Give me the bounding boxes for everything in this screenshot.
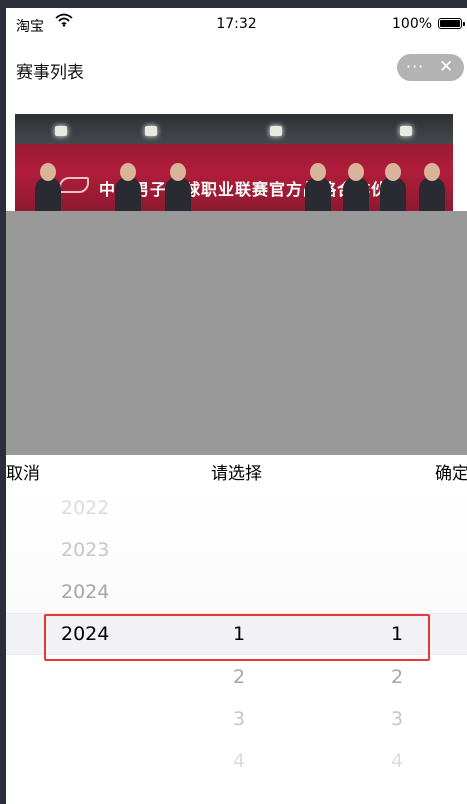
modal-mask[interactable]: [6, 211, 467, 455]
picker-wheels[interactable]: 2022 2023 2024 2024 1 2 3 4 1 2 3 4: [6, 481, 467, 804]
person-figure: [35, 163, 61, 211]
day-option-selected[interactable]: 1: [391, 623, 403, 645]
month-option[interactable]: 3: [233, 708, 245, 730]
person-figure: [343, 163, 369, 211]
day-option[interactable]: 3: [391, 708, 403, 730]
picker-header: 取消 请选择 确定: [6, 455, 467, 484]
ceiling-lamp: [55, 126, 67, 136]
banner-ceiling: [15, 114, 453, 144]
month-wheel[interactable]: 1 2 3 4: [233, 481, 263, 804]
battery-percent: 100%: [392, 16, 433, 32]
battery-icon: [438, 18, 465, 29]
nav-bar: 赛事列表 ··· ✕: [6, 42, 467, 94]
year-option[interactable]: 2023: [61, 539, 109, 561]
page-title: 赛事列表: [16, 63, 84, 83]
year-option[interactable]: 2022: [61, 497, 109, 519]
person-figure: [165, 163, 191, 211]
person-figure: [380, 163, 406, 211]
day-option[interactable]: 2: [391, 666, 403, 688]
ceiling-lamp: [145, 126, 157, 136]
more-icon[interactable]: ···: [406, 57, 424, 76]
ceiling-lamp: [400, 126, 412, 136]
mini-program-capsule: ··· ✕: [397, 54, 464, 81]
month-option-selected[interactable]: 1: [233, 623, 245, 645]
year-option-selected[interactable]: 2024: [61, 623, 109, 645]
banner-image[interactable]: 中国男子篮球职业联赛官方战略合作伙伴: [15, 114, 453, 211]
person-figure: [305, 163, 331, 211]
month-option[interactable]: 4: [233, 750, 245, 772]
phone-screen: 淘宝 17:32 100% 赛事列表 ··· ✕ 中国男子篮球职业联赛官方战略合…: [6, 8, 467, 804]
year-wheel[interactable]: 2022 2023 2024 2024: [61, 481, 151, 804]
banner-logo: [59, 177, 89, 193]
close-icon[interactable]: ✕: [439, 57, 453, 77]
person-figure: [419, 163, 445, 211]
ceiling-lamp: [270, 126, 282, 136]
status-bar: 淘宝 17:32 100%: [6, 8, 467, 42]
day-wheel[interactable]: 1 2 3 4: [391, 481, 421, 804]
year-option[interactable]: 2024: [61, 581, 109, 603]
date-picker: 取消 请选择 确定 2022 2023 2024 2024 1 2 3 4 1 …: [6, 455, 467, 804]
day-option[interactable]: 4: [391, 750, 403, 772]
month-option[interactable]: 2: [233, 666, 245, 688]
person-figure: [115, 163, 141, 211]
